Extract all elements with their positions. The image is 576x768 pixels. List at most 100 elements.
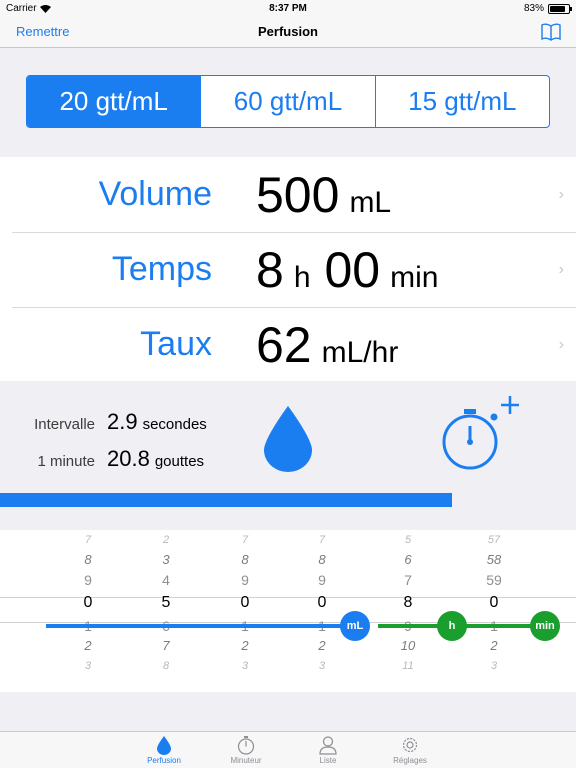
time-row[interactable]: Temps 8 h 00 min › xyxy=(0,232,576,307)
picker-selected-value: 0 xyxy=(240,594,250,611)
rate-number: 62 xyxy=(256,316,312,373)
volume-value: 500 mL xyxy=(256,166,405,224)
picker-value: 3 xyxy=(318,660,326,672)
time-value: 8 h 00 min xyxy=(256,241,452,299)
tab-liste[interactable]: Liste xyxy=(298,735,358,765)
drop-icon xyxy=(264,406,312,472)
per-minute-label: 1 minute xyxy=(37,453,95,470)
volume-label: Volume xyxy=(98,175,212,213)
picker-value: 9 xyxy=(318,572,326,588)
drop-factor-option-20[interactable]: 20 gtt/mL xyxy=(27,76,202,127)
time-hours: 8 xyxy=(256,241,284,298)
volume-picker-underline xyxy=(46,624,342,628)
chevron-right-icon: › xyxy=(558,185,564,203)
tab-reglages[interactable]: Réglages xyxy=(380,735,440,765)
rate-label: Taux xyxy=(140,325,212,363)
progress-fill xyxy=(0,493,453,507)
picker-value: 2 xyxy=(490,638,498,653)
tab-label: Minuteur xyxy=(230,756,262,765)
picker-value: 58 xyxy=(486,552,502,567)
picker-value: 59 xyxy=(486,572,502,588)
picker-value: 3 xyxy=(84,660,92,672)
picker-value: 10 xyxy=(400,638,416,653)
rate-unit: mL/hr xyxy=(321,335,399,369)
person-icon xyxy=(319,736,337,755)
battery-percent: 83% xyxy=(523,3,544,14)
battery-status: 83% xyxy=(523,3,572,14)
drop-factor-option-60[interactable]: 60 gtt/mL xyxy=(201,76,376,127)
picker-value: 7 xyxy=(162,638,170,653)
picker-selected-value: 8 xyxy=(403,594,413,611)
picker-value: 9 xyxy=(84,572,92,588)
picker-value: 2 xyxy=(318,638,326,653)
picker-column-minutes[interactable]: 57 58 59 0 1 2 3 xyxy=(474,530,514,676)
picker-value: 8 xyxy=(241,552,249,567)
battery-icon xyxy=(548,3,572,14)
interval-label: Intervalle xyxy=(34,416,95,433)
picker-value: 2 xyxy=(84,638,92,653)
navigation-bar: Remettre Perfusion xyxy=(0,18,576,48)
tab-perfusion[interactable]: Perfusion xyxy=(134,735,194,765)
tab-label: Réglages xyxy=(393,756,427,765)
picker-selected-value: 0 xyxy=(83,594,93,611)
picker-value: 8 xyxy=(84,552,92,567)
picker-badge-ml[interactable]: mL xyxy=(340,611,370,641)
picker-badge-hours[interactable]: h xyxy=(437,611,467,641)
interval-value: 2.9 xyxy=(107,409,138,434)
picker-column-volume-hundreds[interactable]: 7 8 9 0 1 2 3 xyxy=(68,530,108,676)
picker-value: 2 xyxy=(162,534,170,546)
chevron-right-icon: › xyxy=(558,335,564,353)
picker-value: 7 xyxy=(318,534,326,546)
battery-fill xyxy=(550,5,565,12)
volume-unit: mL xyxy=(349,185,392,219)
tab-label: Perfusion xyxy=(147,756,181,765)
volume-row[interactable]: Volume 500 mL › xyxy=(0,157,576,232)
rate-value: 62 mL/hr xyxy=(256,316,412,374)
stopwatch-icon xyxy=(237,736,255,755)
picker-value: 7 xyxy=(84,534,92,546)
drop-factor-selector: 20 gtt/mL 60 gtt/mL 15 gtt/mL xyxy=(26,75,550,128)
volume-number: 500 xyxy=(256,166,340,223)
picker-value: 3 xyxy=(241,660,249,672)
rate-row[interactable]: Taux 62 mL/hr › xyxy=(0,307,576,382)
status-bar: Carrier 8:37 PM 83% xyxy=(0,0,576,18)
picker-badge-minutes[interactable]: min xyxy=(530,611,560,641)
picker-value: 8 xyxy=(318,552,326,567)
picker-value: 5 xyxy=(404,534,412,546)
picker-value: 4 xyxy=(162,572,170,588)
status-time: 8:37 PM xyxy=(269,3,307,14)
picker-value: 57 xyxy=(487,534,501,546)
infusion-parameters: Volume 500 mL › Temps 8 h 00 min › Taux … xyxy=(0,157,576,381)
picker-value: 6 xyxy=(404,552,412,567)
chevron-right-icon: › xyxy=(558,260,564,278)
picker-column-hours[interactable]: 5 6 7 8 9 10 11 xyxy=(388,530,428,676)
drop-icon xyxy=(157,736,171,755)
picker-value: 3 xyxy=(162,552,170,567)
picker-value: 9 xyxy=(241,572,249,588)
value-picker[interactable]: 7 8 9 0 1 2 3 2 3 4 5 6 7 8 7 8 9 0 1 2 … xyxy=(0,530,576,692)
per-minute-unit: gouttes xyxy=(154,453,205,470)
tab-minuteur[interactable]: Minuteur xyxy=(216,735,276,765)
time-minutes: 00 xyxy=(324,241,381,298)
picker-column-volume-decimal[interactable]: 7 8 9 0 1 2 3 xyxy=(302,530,342,676)
time-hours-unit: h xyxy=(293,260,311,294)
picker-value: 7 xyxy=(241,534,249,546)
tab-label: Liste xyxy=(319,756,337,765)
picker-column-volume-units[interactable]: 7 8 9 0 1 2 3 xyxy=(225,530,265,676)
book-icon[interactable] xyxy=(540,22,562,42)
picker-value: 7 xyxy=(404,572,412,588)
drop-factor-option-15[interactable]: 15 gtt/mL xyxy=(376,76,549,127)
picker-value: 11 xyxy=(402,660,414,672)
picker-value: 3 xyxy=(490,660,498,672)
interval-line: Intervalle 2.9 secondes xyxy=(0,409,207,435)
picker-value: 2 xyxy=(241,638,249,653)
per-minute-line: 1 minute 20.8 gouttes xyxy=(0,446,204,472)
picker-column-volume-tens[interactable]: 2 3 4 5 6 7 8 xyxy=(146,530,186,676)
picker-value: 8 xyxy=(162,660,170,672)
picker-selected-value: 0 xyxy=(489,594,499,611)
gear-icon xyxy=(402,737,418,753)
infusion-progress-bar xyxy=(0,493,576,507)
per-minute-value: 20.8 xyxy=(107,446,150,471)
stopwatch-add-icon[interactable] xyxy=(440,394,524,478)
page-title: Perfusion xyxy=(258,24,318,39)
